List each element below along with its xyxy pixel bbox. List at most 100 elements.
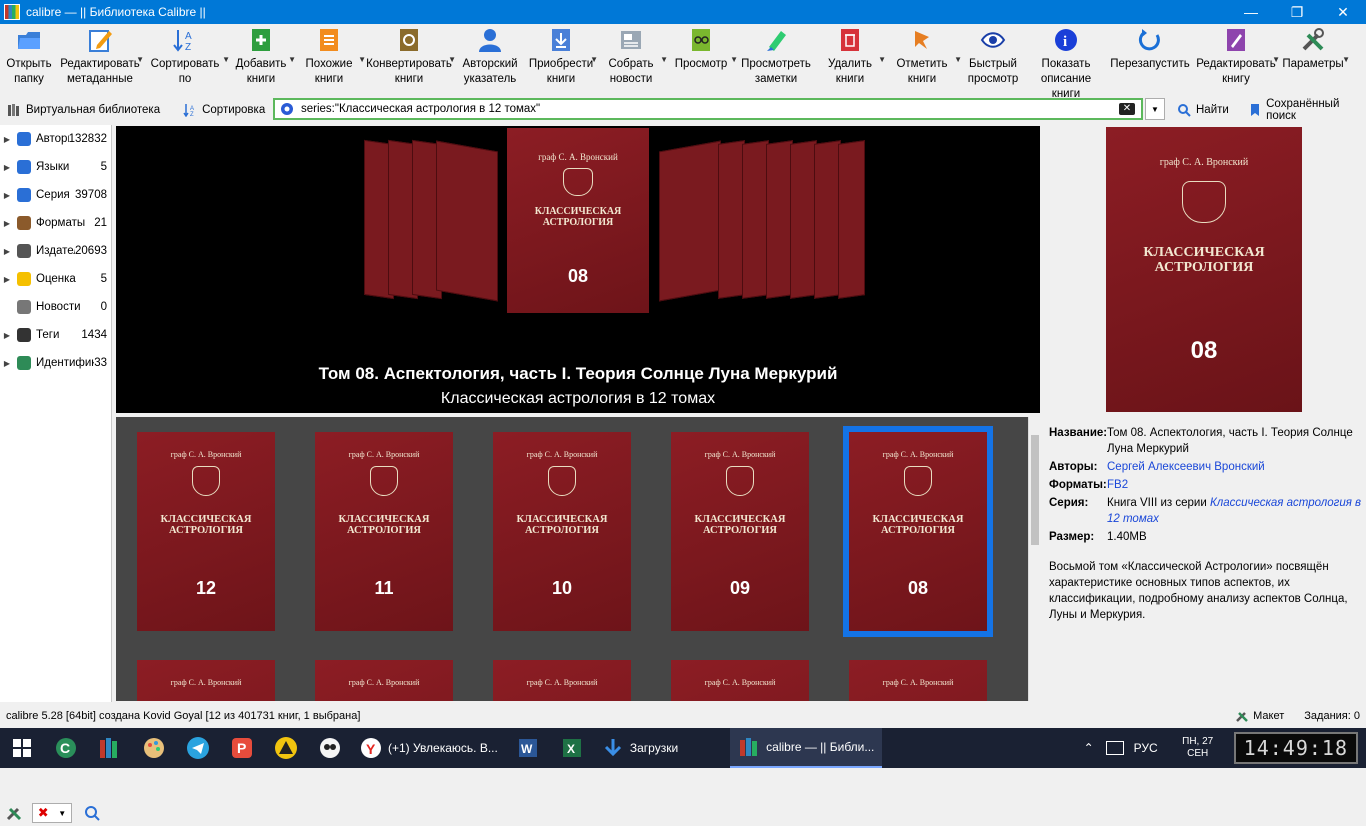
sort-button[interactable]: AZ Сортировка [176,102,271,118]
date-display[interactable]: ПН, 27 СЕН [1172,736,1224,760]
remove-books-button[interactable]: Удалить книги ▼ [816,24,886,94]
add-books-button[interactable]: Добавить книги ▼ [228,24,296,94]
grid-scrollbar[interactable] [1028,417,1040,701]
fetch-news-button[interactable]: Собрать новости ▼ [596,24,668,94]
chevron-right-icon[interactable]: ▶ [0,275,14,284]
find-in-tags-dropdown[interactable]: ✖ ▼ [32,803,72,823]
view-button[interactable]: Просмотр ▼ [666,24,738,94]
cover-flow-book[interactable] [718,140,745,299]
open-library-button[interactable]: Открыть папку [0,24,58,94]
cover-flow-current-book[interactable]: граф С. А. Вронский КЛАССИЧЕСКАЯ АСТРОЛО… [507,128,649,313]
gear-icon[interactable] [279,101,295,117]
cover-flow-book[interactable] [436,140,498,302]
tag-category[interactable]: ▶ Оценка 5 [0,265,111,293]
grid-cover-partial[interactable]: граф С. А. Вронский [493,660,631,701]
show-book-details-button[interactable]: i Показать описание книги [1026,24,1106,100]
tag-category[interactable]: ▶ Форматы 21 [0,209,111,237]
ccleaner-icon[interactable]: C [44,728,88,768]
similar-books-button[interactable]: Похожие книги ▼ [294,24,366,94]
chevron-right-icon[interactable]: ▶ [0,219,14,228]
chevron-right-icon[interactable]: ▶ [0,247,14,256]
quickview-button[interactable]: Быстрый просмотр [960,24,1026,94]
network-icon[interactable] [1105,741,1124,755]
clear-icon[interactable]: ✕ [1119,103,1135,115]
browse-notes-button[interactable]: Просмотреть заметки [736,24,816,94]
windows-start-icon[interactable] [0,728,44,768]
tools-icon[interactable] [4,803,24,823]
edit-book-button[interactable]: Редактировать книгу ▼ [1194,24,1280,94]
grid-cover-partial[interactable]: граф С. А. Вронский [137,660,275,701]
warning-app-icon[interactable] [264,728,308,768]
close-button[interactable]: ✕ [1320,0,1366,24]
cover-flow-book[interactable] [766,140,793,299]
cover-flow-book[interactable] [659,140,721,302]
get-books-button[interactable]: Приобрести книги ▼ [526,24,598,94]
author-link[interactable]: Сергей Алексеевич Вронский [1107,459,1364,475]
tag-category[interactable]: ▶ Издатели20693 [0,237,111,265]
grid-cover-partial[interactable]: граф С. А. Вронский [849,660,987,701]
cover-flow-book[interactable] [814,140,841,299]
scrollbar-thumb[interactable] [1031,435,1039,545]
search-icon[interactable] [82,803,102,823]
book-details-cover[interactable]: граф С. А. Вронский КЛАССИЧЕСКАЯ АСТРОЛО… [1106,127,1302,412]
tag-category[interactable]: ▶ Идентификаторы33 [0,349,111,377]
chevron-right-icon[interactable]: ▶ [0,191,14,200]
search-input[interactable]: series:"Классическая астрология в 12 том… [273,98,1143,120]
taskbar-yandex-browser[interactable]: Y (+1) Увлекаюсь. В... [352,728,506,768]
language-indicator[interactable]: РУС [1134,741,1158,755]
cover-grid[interactable]: граф С. А. Вронский КЛАССИЧЕСКАЯ АСТРОЛОГ… [116,417,1028,701]
grid-cover-partial[interactable]: граф С. А. Вронский [315,660,453,701]
maximize-button[interactable]: ❐ [1274,0,1320,24]
grid-cover-book[interactable]: граф С. А. Вронский КЛАССИЧЕСКАЯ АСТРОЛОГ… [843,426,993,637]
crest-icon [548,466,576,496]
cover-flow-book[interactable] [790,140,817,299]
tag-category[interactable]: Новости 0 [0,293,111,321]
paint-icon[interactable] [132,728,176,768]
mark-books-button[interactable]: Отметить книги ▼ [884,24,962,94]
find-button[interactable]: Найти [1170,102,1235,118]
edit-metadata-button[interactable]: Редактировать метаданные ▼ [58,24,144,94]
saved-search-button[interactable]: Сохранённый поиск [1242,98,1366,122]
meta-authors-row: Авторы: Сергей Алексеевич Вронский [1049,459,1364,475]
chevron-right-icon[interactable]: ▶ [0,135,14,144]
author-index-button[interactable]: Авторский указатель [454,24,526,94]
taskbar-calibre[interactable]: calibre — || Библи... [730,728,883,768]
chevron-down-icon[interactable]: ▼ [1342,52,1350,67]
minimize-button[interactable]: — [1228,0,1274,24]
search-history-dropdown[interactable]: ▼ [1145,98,1165,120]
search-query-text[interactable]: series:"Классическая астрология в 12 том… [301,103,1119,115]
tag-category[interactable]: ▶ Авторы132832 [0,125,111,153]
format-link[interactable]: FB2 [1107,477,1364,493]
grid-cover-book[interactable]: граф С. А. Вронский КЛАССИЧЕСКАЯ АСТРОЛОГ… [493,432,631,631]
grid-cover-partial[interactable]: граф С. А. Вронский [671,660,809,701]
bee-app-icon[interactable] [308,728,352,768]
taskbar-downloads[interactable]: Загрузки [594,728,686,768]
chevron-right-icon[interactable]: ▶ [0,163,14,172]
cover-flow[interactable]: граф С. А. Вронский КЛАССИЧЕСКАЯ АСТРОЛО… [116,126,1040,413]
chevron-up-icon[interactable]: ⌃ [1084,741,1094,755]
cover-flow-book[interactable] [838,140,865,299]
restart-button[interactable]: Перезапустить [1106,24,1194,94]
reader-icon[interactable]: P [220,728,264,768]
virtual-library-button[interactable]: Виртуальная библиотека [0,102,166,118]
sort-by-button[interactable]: AZ Сортировать по ▼ [142,24,230,94]
telegram-icon[interactable] [176,728,220,768]
preferences-button[interactable]: Параметры ▼ [1278,24,1350,94]
tag-category[interactable]: ▶ Серия 39708 [0,181,111,209]
jobs-count[interactable]: Задания: 0 [1304,710,1360,722]
clock[interactable]: 14:49:18 [1233,732,1358,764]
grid-cover-book[interactable]: граф С. А. Вронский КЛАССИЧЕСКАЯ АСТРОЛОГ… [671,432,809,631]
word-icon[interactable]: W [506,728,550,768]
grid-cover-book[interactable]: граф С. А. Вронский КЛАССИЧЕСКАЯ АСТРОЛОГ… [315,432,453,631]
layout-button[interactable]: Макет [1235,709,1284,723]
chevron-right-icon[interactable]: ▶ [0,331,14,340]
calibre-taskbar-icon[interactable] [88,728,132,768]
excel-icon[interactable]: X [550,728,594,768]
cover-number: 08 [907,578,929,598]
tag-category[interactable]: ▶ Языки 5 [0,153,111,181]
grid-cover-book[interactable]: граф С. А. Вронский КЛАССИЧЕСКАЯ АСТРОЛОГ… [137,432,275,631]
convert-books-button[interactable]: Конвертировать книги ▼ [364,24,456,94]
tag-category[interactable]: ▶ Теги 1434 [0,321,111,349]
cover-flow-book[interactable] [742,140,769,299]
chevron-right-icon[interactable]: ▶ [0,359,14,368]
